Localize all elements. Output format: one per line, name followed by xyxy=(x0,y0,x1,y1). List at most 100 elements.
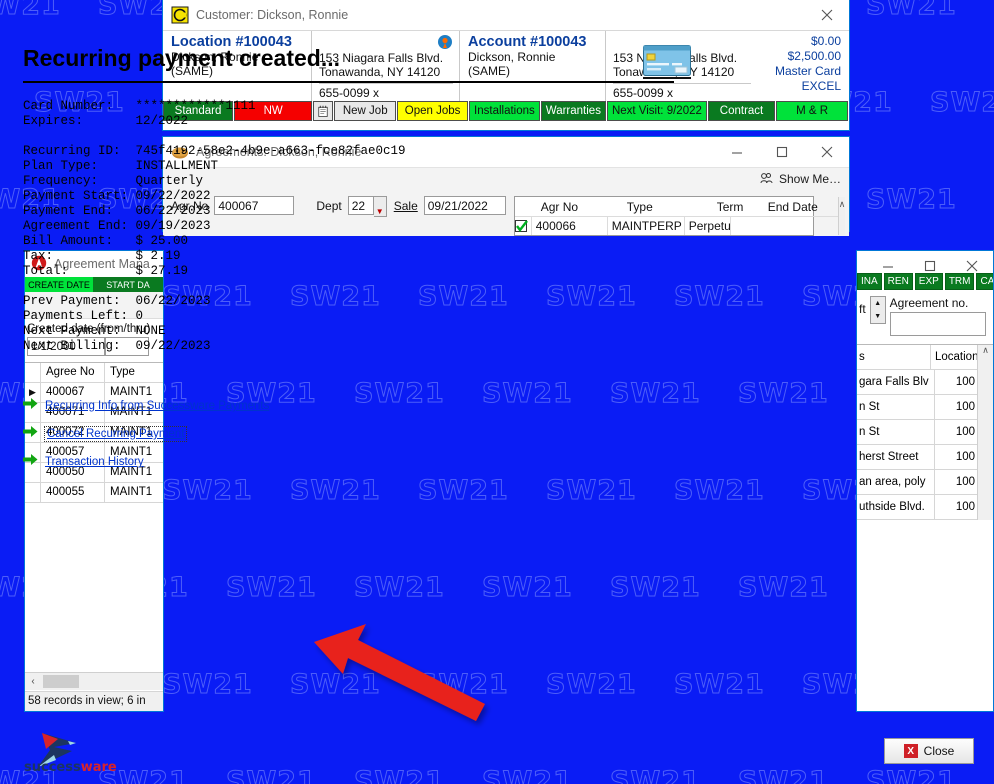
cell-address: gara Falls Blv xyxy=(857,370,935,394)
customer-window-close-button[interactable] xyxy=(804,0,849,30)
desktop-watermark: SW21 xyxy=(418,475,509,507)
desktop-watermark: SW21 xyxy=(930,87,994,119)
desktop-watermark: SW21 xyxy=(546,669,637,701)
show-me-icon xyxy=(760,172,775,187)
close-button-label: Close xyxy=(923,744,955,758)
desktop-watermark: SW21 xyxy=(866,184,957,216)
cell-location: 100 xyxy=(955,476,975,488)
cell-agree-no: 400055 xyxy=(41,483,105,502)
link-recurring-info-from-successware-payments[interactable]: Recurring Info from Successware Payments xyxy=(45,400,269,412)
desktop-watermark: SW21 xyxy=(866,0,957,22)
desktop-watermark: SW21 xyxy=(290,669,381,701)
grid-header-location: Location xyxy=(935,351,977,363)
right-window-close-button[interactable] xyxy=(951,251,993,281)
right-window-grid: s Location gara Falls Blv 100 n St 100 n St 1… xyxy=(857,344,993,520)
row-indicator xyxy=(25,483,41,502)
table-row[interactable]: n St 100 xyxy=(857,395,977,420)
spp-links: Recurring Info from Successware Payments… xyxy=(23,392,691,476)
spp-link-row: Cancel Recurring Payment xyxy=(23,420,691,448)
desktop-watermark: SW21 xyxy=(226,572,317,604)
spp-footer: successware X Close xyxy=(0,722,994,784)
cell-location: 100 xyxy=(955,501,975,513)
customer-window-titlebar: Customer: Dickson, Ronnie xyxy=(163,0,849,30)
cell-location: 100 xyxy=(955,376,975,388)
agreements-grid-scrollbar[interactable]: ∧ xyxy=(837,197,846,235)
page-title: Recurring payment created... xyxy=(23,45,340,71)
table-row[interactable]: n St 100 xyxy=(857,420,977,445)
cell-address: uthside Blvd. xyxy=(857,495,935,519)
desktop-watermark: SW21 xyxy=(162,669,253,701)
account-balance: $0.00 xyxy=(810,34,841,48)
show-me-button[interactable]: Show Me… xyxy=(760,172,841,187)
scroll-thumb[interactable] xyxy=(43,675,79,688)
table-row[interactable]: an area, poly 100 xyxy=(857,470,977,495)
table-row[interactable]: gara Falls Blv 100 xyxy=(857,370,977,395)
grid-header-term: Term xyxy=(716,199,744,214)
spp-heading-wrap: Recurring payment created... xyxy=(23,45,674,83)
customer-button-contract[interactable]: Contract xyxy=(707,101,776,121)
green-arrow-icon xyxy=(23,453,45,471)
right-window-field-row: ft ▲ ▼ Agreement no. xyxy=(857,290,993,336)
cell-location: 100 xyxy=(955,451,975,463)
link-cancel-recurring-payment[interactable]: Cancel Recurring Payment xyxy=(43,426,188,442)
agreement-no-input[interactable] xyxy=(889,312,986,336)
right-grid-scrollbar[interactable]: ∧ xyxy=(977,345,993,520)
secure-payment-processing-dialog: 21 Secure Payment Processing xyxy=(0,0,974,775)
stepper-down-icon[interactable]: ▼ xyxy=(874,313,881,320)
stepper-up-icon[interactable]: ▲ xyxy=(874,300,881,307)
desktop-watermark: SW21 xyxy=(162,475,253,507)
desktop-watermark: SW21 xyxy=(0,0,61,22)
close-button[interactable]: X Close xyxy=(884,738,974,764)
red-x-icon: X xyxy=(903,744,918,758)
scroll-left-icon[interactable]: ‹ xyxy=(25,676,41,687)
right-window-maximize-button[interactable] xyxy=(909,251,951,281)
spp-link-row: Transaction History xyxy=(23,448,691,476)
agreements-maximize-button[interactable] xyxy=(759,137,804,167)
link-transaction-history[interactable]: Transaction History xyxy=(45,456,144,468)
desktop-watermark: SW21 xyxy=(674,475,765,507)
table-row[interactable]: herst Street 100 xyxy=(857,445,977,470)
cell-address: an area, poly xyxy=(857,470,935,494)
agreements-minimize-button[interactable] xyxy=(714,137,759,167)
spp-link-row: Recurring Info from Successware Payments xyxy=(23,392,691,420)
svg-text:successware: successware xyxy=(24,760,117,773)
cell-address: n St xyxy=(857,395,935,419)
green-arrow-icon xyxy=(23,425,45,443)
desktop-watermark: SW21 xyxy=(546,475,637,507)
cell-location: 100 xyxy=(955,401,975,413)
green-arrow-icon xyxy=(23,397,45,415)
grid-cell-end-date xyxy=(729,217,780,235)
customer-c-icon xyxy=(171,6,189,24)
grid-header-address: s xyxy=(857,345,931,369)
right-window-minimize-button[interactable] xyxy=(867,251,909,281)
agreement-no-stepper[interactable]: ▲ ▼ xyxy=(869,296,886,324)
cell-address: n St xyxy=(857,420,935,444)
grid-header-end-date: End Date xyxy=(767,199,818,214)
cell-location: 100 xyxy=(955,426,975,438)
right-window-titlebar-buttons xyxy=(867,251,993,281)
account-price-level: EXCEL xyxy=(801,79,841,93)
account-credit-limit: $2,500.00 xyxy=(787,49,841,63)
button-label: Contract xyxy=(719,105,764,117)
successware-logo: successware xyxy=(24,727,134,778)
agreements-close-button[interactable] xyxy=(804,137,849,167)
credit-card-icon xyxy=(643,45,691,79)
cell-type: MAINT1 xyxy=(110,486,153,498)
table-row[interactable]: uthside Blvd. 100 xyxy=(857,495,977,520)
account-card-type: Master Card xyxy=(774,64,841,78)
customer-window-title: Customer: Dickson, Ronnie xyxy=(196,8,349,22)
customer-button-m-r[interactable]: M & R xyxy=(776,101,849,121)
desktop-watermark: SW21 xyxy=(354,572,445,604)
right-grid-header: s Location xyxy=(857,345,977,370)
table-row[interactable]: 400055 MAINT1 xyxy=(25,483,163,503)
cell-address: herst Street xyxy=(857,445,935,469)
agreement-manager-hscrollbar[interactable]: ‹ xyxy=(25,672,163,690)
agreement-manager-status-bar: 58 records in view; 6 in xyxy=(25,691,163,711)
desktop-watermark: SW21 xyxy=(482,572,573,604)
agreement-no-label: Agreement no. xyxy=(889,296,969,310)
left-truncated-label: ft xyxy=(859,302,866,316)
spp-details-text: Card Number: ************1111 Expires: 1… xyxy=(23,99,406,353)
desktop-watermark: SW21 xyxy=(738,572,829,604)
show-me-label: Show Me… xyxy=(778,172,841,186)
button-label: M & R xyxy=(796,105,829,117)
